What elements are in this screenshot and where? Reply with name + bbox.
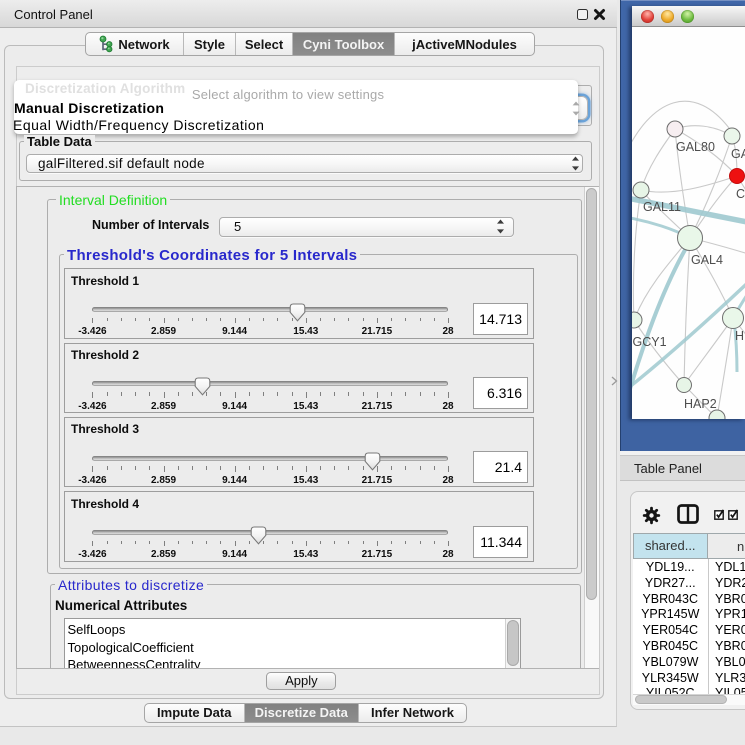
svg-text:GA: GA bbox=[731, 147, 745, 161]
svg-text:GAL11: GAL11 bbox=[643, 200, 681, 214]
svg-text:GAL4: GAL4 bbox=[691, 253, 723, 267]
svg-text:GAL80: GAL80 bbox=[676, 140, 715, 154]
svg-text:HAP2: HAP2 bbox=[684, 397, 717, 411]
svg-text:GCY1: GCY1 bbox=[633, 335, 667, 349]
svg-text:C: C bbox=[736, 187, 745, 201]
svg-text:H: H bbox=[735, 329, 744, 343]
